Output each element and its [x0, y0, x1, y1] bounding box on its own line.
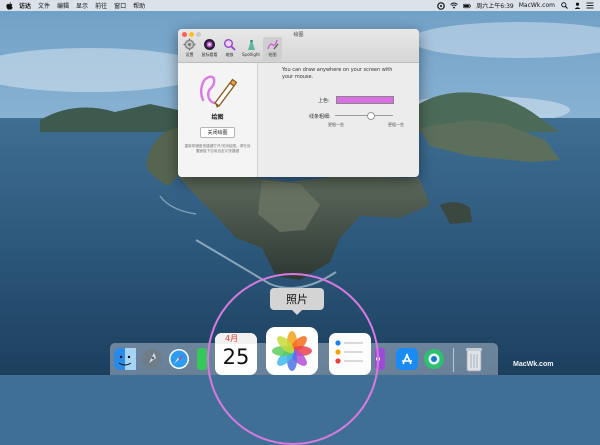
menubar-site: MacWk.com: [518, 2, 555, 9]
calendar-month: 4月: [215, 333, 257, 344]
mouse-lens-icon: [204, 39, 215, 50]
tab-zoom[interactable]: 缩放: [220, 37, 239, 61]
finder-icon[interactable]: [114, 348, 136, 370]
draw-settings-pane: You can draw anywhere on your screen wit…: [258, 63, 419, 177]
line-width-label: 线条粗细:: [309, 113, 331, 120]
photos-icon[interactable]: [266, 327, 318, 375]
safari-icon[interactable]: [168, 348, 190, 370]
tab-spotlight[interactable]: Spotlight: [240, 37, 262, 61]
app-store-icon[interactable]: [396, 348, 418, 370]
menu-app-finder[interactable]: 访达: [19, 1, 31, 10]
dock-separator: [453, 348, 454, 372]
search-status-icon[interactable]: [437, 1, 446, 10]
watermark-text: MacWk.com: [513, 361, 554, 368]
color-row: 上色:: [318, 96, 394, 104]
apple-icon[interactable]: [6, 1, 14, 10]
wifi-icon[interactable]: [450, 2, 459, 10]
window-titlebar[interactable]: 绘图 设置 鼠标看看 缩放 Spotlight 绘图: [178, 29, 419, 63]
slider-knob[interactable]: [367, 112, 376, 120]
slider-ends: 更细一些 更粗一些: [328, 122, 404, 128]
menu-file[interactable]: 文件: [38, 1, 50, 10]
draw-icon: [267, 39, 279, 50]
color-swatch[interactable]: [335, 96, 394, 104]
gear-icon: [183, 38, 196, 51]
line-width-row: 线条粗细:: [309, 112, 393, 120]
tab-mouse-lens[interactable]: 鼠标看看: [200, 37, 219, 61]
menu-view[interactable]: 显示: [76, 1, 88, 10]
menu-edit[interactable]: 编辑: [57, 1, 69, 10]
thinner-label: 更细一些: [328, 122, 344, 127]
calendar-day: 25: [222, 345, 250, 369]
launchpad-icon[interactable]: [141, 348, 163, 370]
draw-preferences-window: 绘图 设置 鼠标看看 缩放 Spotlight 绘图 绘图 关闭绘图 重新排键盘…: [178, 29, 419, 177]
pencil-draw-icon: [199, 75, 237, 108]
messages-icon[interactable]: [197, 348, 207, 370]
thicker-label: 更粗一些: [388, 122, 404, 127]
reminders-icon[interactable]: [329, 333, 371, 375]
slider-track: [334, 115, 393, 116]
calendar-icon[interactable]: 4月 25: [215, 333, 257, 375]
draw-info-pane: 绘图 关闭绘图 重新排键盘快捷键打开/关闭绘图。请在设置面板下自用自定义快捷键: [178, 63, 258, 177]
feature-name: 绘图: [211, 114, 224, 121]
shortcut-hint: 重新排键盘快捷键打开/关闭绘图。请在设置面板下自用自定义快捷键: [184, 144, 251, 153]
menu-window[interactable]: 窗口: [114, 1, 126, 10]
menu-bar: 访达 文件 编辑 显示 前往 窗口 帮助 周六上午6:39 MacWk.com: [0, 0, 600, 11]
menu-help[interactable]: 帮助: [133, 1, 145, 10]
control-center-icon[interactable]: [586, 2, 594, 10]
spotlight-icon[interactable]: [560, 2, 568, 10]
menu-go[interactable]: 前往: [95, 1, 107, 10]
line-width-slider[interactable]: [334, 112, 393, 120]
system-icon[interactable]: [423, 348, 445, 370]
user-icon[interactable]: [573, 2, 581, 10]
magnifier-icon: [224, 39, 236, 51]
color-label: 上色:: [318, 97, 330, 104]
battery-icon[interactable]: [463, 2, 472, 10]
tab-settings[interactable]: 设置: [180, 37, 199, 61]
podcasts-icon[interactable]: [375, 348, 385, 370]
disable-draw-button[interactable]: 关闭绘图: [200, 127, 235, 138]
tab-draw[interactable]: 绘图: [263, 37, 282, 61]
menubar-clock[interactable]: 周六上午6:39: [476, 1, 513, 10]
trash-icon[interactable]: [465, 346, 483, 372]
preferences-toolbar: 设置 鼠标看看 缩放 Spotlight 绘图: [180, 37, 283, 61]
draw-description: You can draw anywhere on your screen wit…: [282, 67, 393, 80]
dock-tooltip: 照片: [270, 288, 324, 315]
spotlight-tool-icon: [247, 40, 255, 50]
